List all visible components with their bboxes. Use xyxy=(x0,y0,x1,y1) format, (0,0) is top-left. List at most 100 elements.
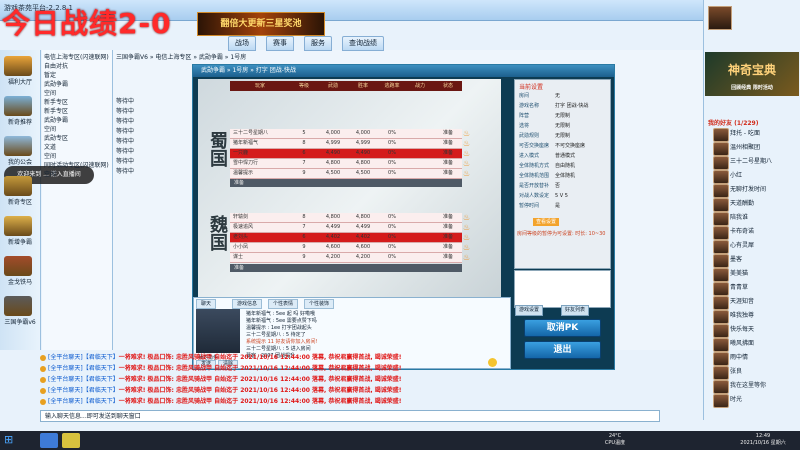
user-avatar[interactable] xyxy=(708,6,732,30)
ad-banner[interactable]: 神奇宝典 回顾经典 限时活动 xyxy=(705,52,799,96)
waiting-room-row[interactable]: 等待中 xyxy=(116,106,146,115)
broadcast-user[interactable]: 【君临天下】 xyxy=(83,387,119,394)
room-list-item[interactable]: 空间 xyxy=(44,88,110,96)
player-row[interactable]: 三十二号星期八 5 4,000 4,000 0% 准备 xyxy=(230,129,462,139)
room-list-item[interactable]: 武勋争霸 xyxy=(44,79,110,87)
left-strip-icon[interactable] xyxy=(4,56,32,76)
left-strip-icon[interactable] xyxy=(4,296,32,316)
friend-avatar[interactable] xyxy=(713,380,729,394)
tray-clock[interactable]: 12:49 2021/10/16 星期六 xyxy=(730,433,796,448)
friend-avatar[interactable] xyxy=(713,128,729,142)
friend-avatar[interactable] xyxy=(713,184,729,198)
room-list-item[interactable]: 自由对抗 xyxy=(44,61,110,69)
player-row[interactable]: 猪年新福气 8 4,999 4,999 0% 准备 xyxy=(230,139,462,149)
waiting-room-row[interactable]: 等待中 xyxy=(116,116,146,125)
friend-avatar[interactable] xyxy=(713,310,729,324)
waiting-room-row[interactable]: 等待中 xyxy=(116,96,146,105)
player-row[interactable]: 谋士 9 4,200 4,200 0% 准备 xyxy=(230,253,462,263)
top-tab[interactable]: 服务 xyxy=(304,36,332,51)
room-list-item[interactable]: 武勋专区 xyxy=(44,133,110,141)
chat-input[interactable]: 输入聊天信息...即可发送到聊天窗口 xyxy=(40,410,660,422)
friend-avatar[interactable] xyxy=(713,324,729,338)
tab-game-settings[interactable]: 游戏设置 xyxy=(515,305,544,316)
chat-tab[interactable]: 个性表情 xyxy=(268,299,299,309)
promo-banner[interactable]: 翻倍大更新三星奖池 xyxy=(197,12,325,36)
chat-tab[interactable]: 个性装饰 xyxy=(304,299,335,309)
friend-name[interactable]: 美美猫 xyxy=(730,268,798,280)
broadcast-user[interactable]: 【君临天下】 xyxy=(83,365,119,372)
friend-name[interactable]: 三十二号星期八 xyxy=(730,156,798,168)
room-list-item[interactable]: 文道 xyxy=(44,142,110,150)
player-row[interactable]: 轩辕剑 8 4,800 4,800 0% 准备 xyxy=(230,213,462,223)
friend-avatar[interactable] xyxy=(713,156,729,170)
friend-avatar[interactable] xyxy=(713,268,729,282)
friend-avatar[interactable] xyxy=(713,338,729,352)
tab-friend-list[interactable]: 好友列表 xyxy=(561,305,590,316)
friends-section-title[interactable]: 我的好友 (1/229) xyxy=(708,118,758,127)
friend-avatar[interactable] xyxy=(713,170,729,184)
left-strip-icon[interactable] xyxy=(4,256,32,276)
friend-name[interactable]: 曦风拂面 xyxy=(730,338,798,350)
player-row[interactable]: 雪中悍刀行 7 4,800 4,800 0% 准备 xyxy=(230,159,462,169)
friend-name[interactable]: 墨客 xyxy=(730,254,798,266)
friend-name[interactable]: 心有灵犀 xyxy=(730,240,798,252)
friend-avatar[interactable] xyxy=(713,254,729,268)
friend-name[interactable]: 唯我独尊 xyxy=(730,310,798,322)
player-row[interactable]: 一只鹿 6 4,490 4,490 0% 准备 xyxy=(230,149,462,159)
friend-name[interactable]: 青青草 xyxy=(730,282,798,294)
chat-tab[interactable]: 游戏信息 xyxy=(232,299,263,309)
left-strip-icon[interactable] xyxy=(4,216,32,236)
room-list-item[interactable]: 空间 xyxy=(44,124,110,132)
top-tab[interactable]: 赛事 xyxy=(266,36,294,51)
left-strip-icon[interactable] xyxy=(4,176,32,196)
friend-name[interactable]: 雨中情 xyxy=(730,352,798,364)
left-strip-icon[interactable] xyxy=(4,96,32,116)
room-list-item[interactable]: 空间 xyxy=(44,151,110,159)
broadcast-user[interactable]: 【君临天下】 xyxy=(83,354,119,361)
app-icon-2[interactable] xyxy=(62,433,80,448)
broadcast-user[interactable]: 【君临天下】 xyxy=(83,398,119,405)
chat-tab[interactable]: 聊天 xyxy=(196,299,217,309)
top-tab[interactable]: 战场 xyxy=(228,36,256,51)
friend-avatar[interactable] xyxy=(713,394,729,408)
waiting-room-row[interactable]: 等待中 xyxy=(116,166,146,175)
app-icon-1[interactable] xyxy=(40,433,58,448)
room-list-item[interactable]: 新手专区 xyxy=(44,106,110,114)
friend-name[interactable]: 小红 xyxy=(730,170,798,182)
waiting-room-row[interactable]: 等待中 xyxy=(116,126,146,135)
friend-avatar[interactable] xyxy=(713,212,729,226)
friend-avatar[interactable] xyxy=(713,198,729,212)
friend-name[interactable]: 张良 xyxy=(730,366,798,378)
friend-avatar[interactable] xyxy=(713,240,729,254)
left-strip-icon[interactable] xyxy=(4,136,32,156)
cancel-pk-button[interactable]: 取消PK xyxy=(524,319,601,337)
player-row[interactable]: 老刘头 6 4,402 4,402 0% 准备 xyxy=(230,233,462,243)
friend-name[interactable]: 陪我谁 xyxy=(730,212,798,224)
player-row[interactable]: 小小凤 9 4,600 4,600 0% 准备 xyxy=(230,243,462,253)
friend-avatar[interactable] xyxy=(713,282,729,296)
friend-name[interactable]: 天道酬勤 xyxy=(730,198,798,210)
friend-name[interactable]: 时光 xyxy=(730,394,798,406)
room-list-item[interactable]: 武勋争霸 xyxy=(44,115,110,123)
view-settings-link[interactable]: 查看设置 xyxy=(533,218,560,226)
waiting-room-row[interactable]: 等待中 xyxy=(116,146,146,155)
friend-avatar[interactable] xyxy=(713,226,729,240)
friend-name[interactable]: 天涯知音 xyxy=(730,296,798,308)
waiting-room-row[interactable]: 等待中 xyxy=(116,136,146,145)
room-list-item[interactable]: 新手专区 xyxy=(44,97,110,105)
friend-avatar[interactable] xyxy=(713,142,729,156)
room-list-item[interactable]: 同时活动专区(闪速联网) xyxy=(44,160,110,168)
top-tab[interactable]: 查询战绩 xyxy=(342,36,384,51)
player-row[interactable]: 极速追风 7 4,499 4,499 0% 准备 xyxy=(230,223,462,233)
friend-avatar[interactable] xyxy=(713,366,729,380)
waiting-room-row[interactable]: 等待中 xyxy=(116,156,146,165)
windows-start-icon[interactable]: ⊞ xyxy=(4,434,16,446)
room-list-item[interactable]: 空间 xyxy=(44,169,110,177)
friend-name[interactable]: 拜托 - 吃面 xyxy=(730,128,798,140)
friend-name[interactable]: 无聊打发时间 xyxy=(730,184,798,196)
friend-name[interactable]: 快乐每天 xyxy=(730,324,798,336)
friend-avatar[interactable] xyxy=(713,352,729,366)
player-row[interactable]: 温馨提示 9 4,500 4,500 0% 准备 xyxy=(230,169,462,179)
room-list-item[interactable]: 暂定 xyxy=(44,70,110,78)
friend-avatar[interactable] xyxy=(713,296,729,310)
